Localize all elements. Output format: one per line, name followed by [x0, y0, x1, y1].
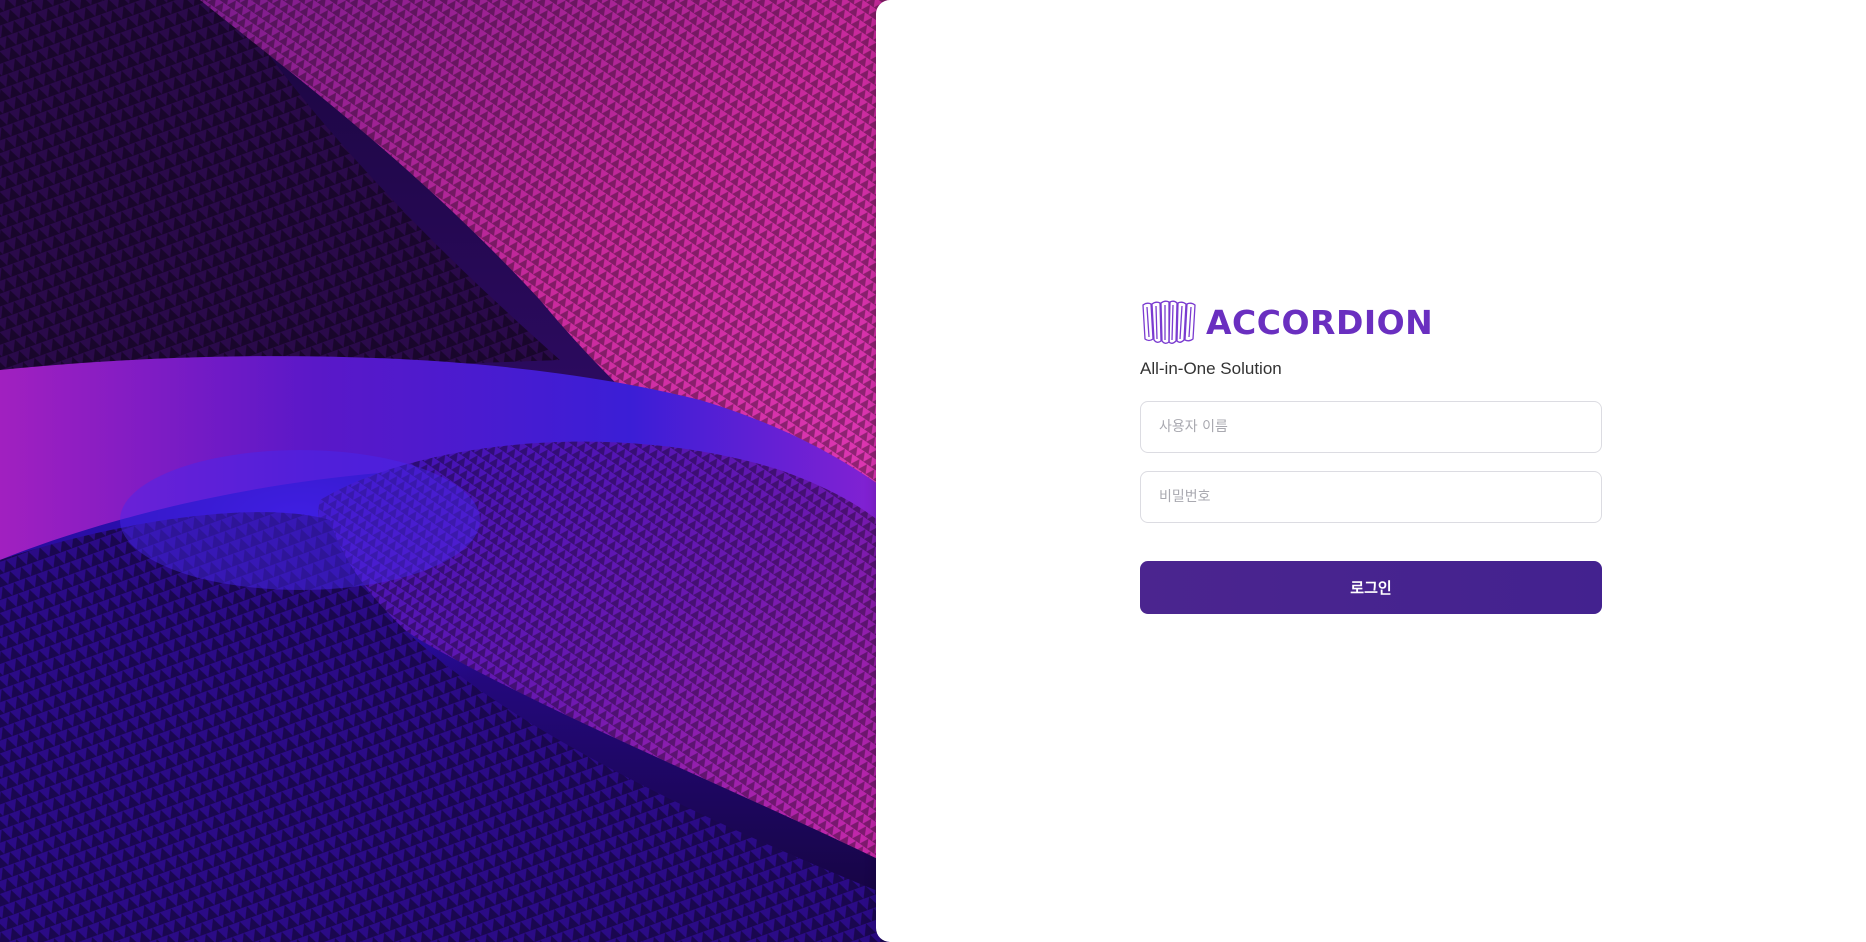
- hero-artwork: [0, 0, 900, 942]
- accordion-icon: [1142, 300, 1196, 344]
- login-panel: ACCORDION All-in-One Solution 로그인: [876, 0, 1866, 942]
- username-input[interactable]: [1140, 401, 1602, 453]
- login-page: ACCORDION All-in-One Solution 로그인: [0, 0, 1866, 942]
- login-form: ACCORDION All-in-One Solution 로그인: [1140, 298, 1602, 614]
- brand-name: ACCORDION: [1206, 302, 1434, 342]
- password-input[interactable]: [1140, 471, 1602, 523]
- login-button[interactable]: 로그인: [1140, 561, 1602, 614]
- abstract-wave-image: [0, 0, 900, 942]
- brand: ACCORDION: [1140, 298, 1602, 346]
- tagline: All-in-One Solution: [1140, 359, 1282, 378]
